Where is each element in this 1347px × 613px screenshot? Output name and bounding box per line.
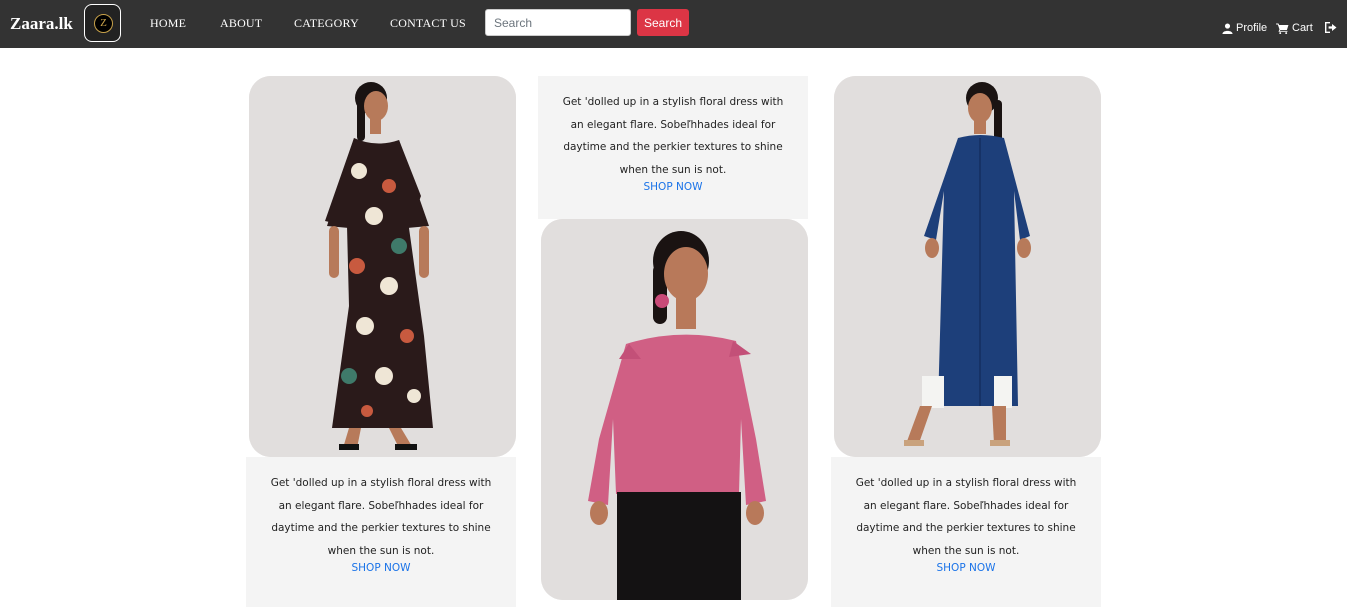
nav-home[interactable]: HOME bbox=[150, 16, 186, 31]
brand-name[interactable]: Zaara.lk bbox=[10, 14, 73, 34]
shop-now-link[interactable]: SHOP NOW bbox=[644, 181, 703, 193]
nav-about[interactable]: ABOUT bbox=[220, 16, 262, 31]
profile-link[interactable]: Profile bbox=[1222, 22, 1267, 34]
search-input[interactable] bbox=[485, 9, 631, 36]
nav-category[interactable]: CATEGORY bbox=[294, 16, 359, 31]
navy-kurta-illustration bbox=[834, 76, 1101, 457]
product-image-pink-top[interactable] bbox=[541, 219, 808, 600]
nav-contact-us[interactable]: CONTACT US bbox=[390, 16, 466, 31]
shop-now-link[interactable]: SHOP NOW bbox=[937, 562, 996, 574]
search-button[interactable]: Search bbox=[637, 9, 689, 36]
product-description: Get 'dolled up in a stylish floral dress… bbox=[855, 477, 1077, 557]
brand-logo[interactable]: Z bbox=[84, 4, 121, 42]
user-icon bbox=[1222, 22, 1233, 34]
profile-label: Profile bbox=[1236, 22, 1268, 34]
product-card-pink-top: Get 'dolled up in a stylish floral dress… bbox=[538, 76, 808, 219]
cart-label: Cart bbox=[1292, 22, 1313, 34]
cart-icon bbox=[1276, 22, 1289, 34]
logout-button[interactable] bbox=[1325, 22, 1337, 33]
product-description: Get 'dolled up in a stylish floral dress… bbox=[562, 96, 784, 176]
sign-out-icon bbox=[1325, 22, 1337, 33]
pink-top-illustration bbox=[541, 219, 808, 600]
cart-link[interactable]: Cart bbox=[1276, 22, 1313, 34]
product-card-navy-kurta: Get 'dolled up in a stylish floral dress… bbox=[831, 457, 1101, 607]
logo-icon: Z bbox=[94, 14, 113, 33]
product-image-navy-kurta[interactable] bbox=[834, 76, 1101, 457]
product-description: Get 'dolled up in a stylish floral dress… bbox=[270, 477, 492, 557]
product-image-floral-dress[interactable] bbox=[249, 76, 516, 457]
floral-dress-illustration bbox=[249, 76, 516, 457]
shop-now-link[interactable]: SHOP NOW bbox=[352, 562, 411, 574]
top-navbar: Zaara.lk Z HOME ABOUT CATEGORY CONTACT U… bbox=[0, 0, 1347, 48]
product-card-floral-dress: Get 'dolled up in a stylish floral dress… bbox=[246, 457, 516, 607]
